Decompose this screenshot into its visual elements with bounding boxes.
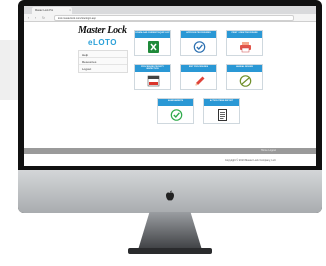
close-icon[interactable]: × <box>69 8 71 12</box>
address-bar: ‹ › ↻ lock.masterlock.com/site/login.asp <box>24 14 316 22</box>
screen: Master Lock Pro × ‹ › ↻ lock.masterlock.… <box>24 6 316 166</box>
document-icon <box>218 109 227 121</box>
back-icon[interactable]: ‹ <box>28 16 32 20</box>
sidebar-item-resources[interactable]: Resources <box>79 58 127 65</box>
footer-links[interactable]: Home Logout <box>261 149 276 152</box>
printer-icon <box>240 42 251 53</box>
sidebar: Master Lock eLOTO Help Resources Logout <box>78 26 128 73</box>
app-name: eLOTO <box>88 38 118 47</box>
tile-approve-procedures[interactable]: APPROVE PROCEDURES <box>180 30 217 56</box>
tile-title: EDIT PROCEDURES <box>181 65 216 72</box>
url-field[interactable]: lock.masterlock.com/site/login.asp <box>54 15 294 21</box>
browser-tab[interactable]: Master Lock Pro × <box>32 7 72 14</box>
pencil-icon <box>195 76 205 86</box>
tile-print-view-procedure[interactable]: PRINT / VIEW PROCEDURE <box>226 30 263 56</box>
apple-logo-icon <box>166 190 174 201</box>
brand-logo: Master Lock <box>78 25 127 36</box>
sidebar-item-logout[interactable]: Logout <box>79 65 127 72</box>
monitor-stand <box>138 212 202 250</box>
page: Master Lock eLOTO Help Resources Logout … <box>24 22 316 166</box>
copyright-text: Copyright © 2013 Master Lock Company, LL… <box>225 159 276 162</box>
calendar-icon <box>147 75 160 87</box>
tile-title: PRINT / VIEW PROCEDURE <box>227 31 262 38</box>
tile-title: ASSESSMENTS <box>158 99 193 106</box>
tile-title: ANNUAL REVIEW <box>227 65 262 72</box>
reload-icon[interactable]: ↻ <box>42 16 46 20</box>
forward-icon[interactable]: › <box>35 16 39 20</box>
tile-title: DOWNLOAD CURRENT EQUIP. LIST <box>135 31 170 38</box>
browser-tab-title: Master Lock Pro <box>35 9 54 12</box>
review-icon <box>239 75 252 87</box>
tile-action-items-report[interactable]: ACTION ITEMS REPORT <box>203 98 240 124</box>
tile-edit-procedures[interactable]: EDIT PROCEDURES <box>180 64 217 90</box>
excel-icon <box>148 41 159 53</box>
tile-procedure-priority-inspection[interactable]: PROCEDURE PRIORITY INSPECTION <box>134 64 171 90</box>
tile-annual-review[interactable]: ANNUAL REVIEW <box>226 64 263 90</box>
sidebar-item-help[interactable]: Help <box>79 51 127 58</box>
tile-title: APPROVE PROCEDURES <box>181 31 216 38</box>
tile-title: ACTION ITEMS REPORT <box>204 99 239 106</box>
imac-monitor: Master Lock Pro × ‹ › ↻ lock.masterlock.… <box>18 0 322 213</box>
sidebar-menu: Help Resources Logout <box>78 50 128 73</box>
monitor-stand-base <box>128 248 212 254</box>
monitor-chin <box>18 170 322 213</box>
tile-assessments[interactable]: ASSESSMENTS <box>157 98 194 124</box>
checkmark-icon <box>170 109 183 121</box>
check-circle-icon <box>193 41 206 53</box>
tile-download-equip-list[interactable]: DOWNLOAD CURRENT EQUIP. LIST <box>134 30 171 56</box>
footer-bar: Home Logout <box>24 148 316 154</box>
tile-title: PROCEDURE PRIORITY INSPECTION <box>135 65 170 72</box>
browser-tab-strip: Master Lock Pro × <box>24 6 316 14</box>
